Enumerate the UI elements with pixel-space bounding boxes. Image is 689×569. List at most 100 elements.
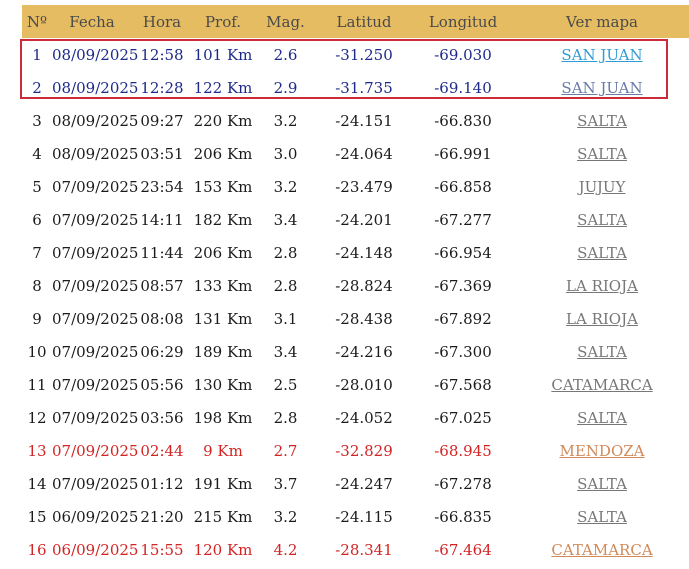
table-row: 11 07/09/2025 05:56 130 Km 2.5 -28.010 -67.568… — [22, 368, 689, 401]
row-number: 12 — [27, 408, 47, 427]
row-number: 1 — [32, 45, 42, 64]
row-magnitude: 4.2 — [273, 540, 298, 559]
row-time: 03:56 — [140, 408, 184, 427]
row-depth: 153 Km — [193, 177, 253, 196]
row-longitude: -67.568 — [434, 375, 492, 394]
row-longitude: -67.277 — [434, 210, 492, 229]
row-longitude: -69.030 — [434, 45, 492, 64]
row-time: 02:44 — [140, 441, 184, 460]
row-longitude: -69.140 — [434, 78, 492, 97]
row-longitude: -67.300 — [434, 342, 492, 361]
row-depth: 133 Km — [193, 276, 253, 295]
map-link[interactable]: SALTA — [577, 475, 627, 493]
row-map-cell: MENDOZA — [515, 434, 689, 467]
header-longitude: Longitud — [411, 5, 515, 38]
map-link[interactable]: SALTA — [577, 145, 627, 163]
row-magnitude: 3.1 — [273, 309, 298, 328]
row-latitude: -28.010 — [335, 375, 393, 394]
row-depth: 191 Km — [193, 474, 253, 493]
header-number: Nº — [22, 5, 52, 38]
row-time: 21:20 — [140, 507, 184, 526]
row-map-cell: SAN JUAN — [515, 38, 689, 71]
map-link[interactable]: LA RIOJA — [566, 277, 638, 295]
map-link[interactable]: SALTA — [577, 508, 627, 526]
row-longitude: -67.892 — [434, 309, 492, 328]
row-magnitude: 2.5 — [273, 375, 298, 394]
row-number: 6 — [32, 210, 42, 229]
map-link[interactable]: SAN JUAN — [561, 46, 642, 64]
header-map: Ver mapa — [515, 5, 689, 38]
map-link[interactable]: SALTA — [577, 244, 627, 262]
row-longitude: -66.991 — [434, 144, 492, 163]
map-link[interactable]: SALTA — [577, 211, 627, 229]
row-depth: 9 Km — [203, 441, 243, 460]
row-longitude: -68.945 — [434, 441, 492, 460]
row-depth: 220 Km — [193, 111, 253, 130]
row-map-cell: SALTA — [515, 104, 689, 137]
row-number: 3 — [32, 111, 42, 130]
row-number: 13 — [27, 441, 47, 460]
row-magnitude: 3.0 — [273, 144, 298, 163]
row-depth: 206 Km — [193, 243, 253, 262]
table-row: 1 08/09/2025 12:58 101 Km 2.6 -31.250 -69.030 S… — [22, 38, 689, 71]
row-latitude: -24.247 — [335, 474, 393, 493]
row-magnitude: 2.8 — [273, 243, 298, 262]
row-map-cell: LA RIOJA — [515, 302, 689, 335]
map-link[interactable]: SALTA — [577, 409, 627, 427]
row-number: 8 — [32, 276, 42, 295]
map-link[interactable]: SALTA — [577, 112, 627, 130]
table-row: 14 07/09/2025 01:12 191 Km 3.7 -24.247 -67.278… — [22, 467, 689, 500]
row-time: 14:11 — [140, 210, 184, 229]
table-row: 2 08/09/2025 12:28 122 Km 2.9 -31.735 -69.140 S… — [22, 71, 689, 104]
map-link[interactable]: SAN JUAN — [561, 79, 642, 97]
row-longitude: -67.464 — [434, 540, 492, 559]
row-magnitude: 2.6 — [273, 45, 298, 64]
row-magnitude: 3.7 — [273, 474, 298, 493]
map-link[interactable]: CATAMARCA — [551, 376, 652, 394]
row-latitude: -24.148 — [335, 243, 393, 262]
map-link[interactable]: CATAMARCA — [551, 541, 652, 559]
map-link[interactable]: SALTA — [577, 343, 627, 361]
header-depth: Prof. — [192, 5, 254, 38]
map-link[interactable]: LA RIOJA — [566, 310, 638, 328]
row-date: 08/09/2025 — [52, 111, 139, 130]
row-date: 07/09/2025 — [52, 276, 139, 295]
row-date: 07/09/2025 — [52, 474, 139, 493]
row-magnitude: 3.2 — [273, 177, 298, 196]
row-date: 08/09/2025 — [52, 78, 139, 97]
row-latitude: -28.438 — [335, 309, 393, 328]
map-link[interactable]: MENDOZA — [559, 442, 644, 460]
table-row: 10 07/09/2025 06:29 189 Km 3.4 -24.216 -67.300… — [22, 335, 689, 368]
row-number: 2 — [32, 78, 42, 97]
table-row: 15 06/09/2025 21:20 215 Km 3.2 -24.115 -66.835… — [22, 500, 689, 533]
row-number: 10 — [27, 342, 47, 361]
row-map-cell: SALTA — [515, 137, 689, 170]
table-row: 8 07/09/2025 08:57 133 Km 2.8 -28.824 -67.369 L… — [22, 269, 689, 302]
row-depth: 215 Km — [193, 507, 253, 526]
row-time: 06:29 — [140, 342, 184, 361]
table-header-row: Nº Fecha Hora Prof. Mag. Latitud Longitu… — [22, 5, 689, 38]
row-number: 15 — [27, 507, 47, 526]
row-latitude: -23.479 — [335, 177, 393, 196]
row-longitude: -66.858 — [434, 177, 492, 196]
row-number: 5 — [32, 177, 42, 196]
row-date: 07/09/2025 — [52, 408, 139, 427]
row-number: 11 — [27, 375, 47, 394]
row-date: 07/09/2025 — [52, 342, 139, 361]
row-date: 07/09/2025 — [52, 243, 139, 262]
row-time: 03:51 — [140, 144, 184, 163]
row-time: 09:27 — [140, 111, 184, 130]
row-time: 11:44 — [140, 243, 184, 262]
row-longitude: -66.830 — [434, 111, 492, 130]
table-row: 6 07/09/2025 14:11 182 Km 3.4 -24.201 -67.277 S… — [22, 203, 689, 236]
row-depth: 206 Km — [193, 144, 253, 163]
row-longitude: -67.025 — [434, 408, 492, 427]
row-longitude: -67.369 — [434, 276, 492, 295]
map-link[interactable]: JUJUY — [579, 178, 626, 196]
row-map-cell: CATAMARCA — [515, 368, 689, 401]
row-depth: 122 Km — [193, 78, 253, 97]
row-date: 08/09/2025 — [52, 144, 139, 163]
row-depth: 130 Km — [193, 375, 253, 394]
row-time: 23:54 — [140, 177, 184, 196]
row-depth: 198 Km — [193, 408, 253, 427]
